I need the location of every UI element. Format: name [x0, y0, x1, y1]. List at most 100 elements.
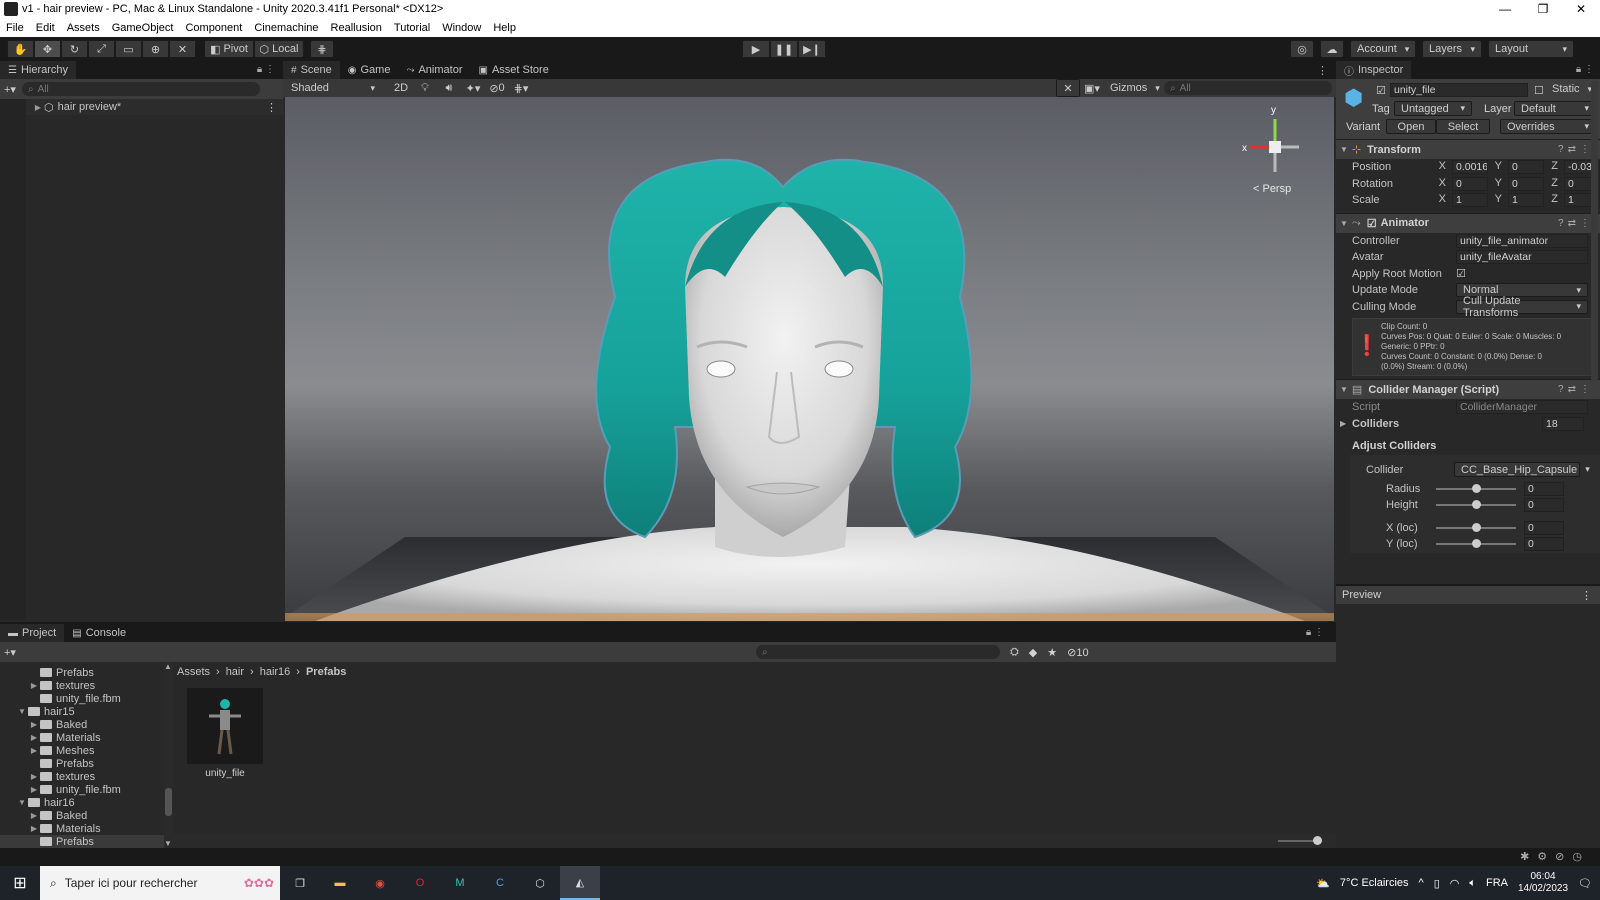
collider-dropdown[interactable]: CC_Base_Hip_Capsule [1454, 462, 1580, 477]
weather-text[interactable]: 7°C Eclaircies [1340, 877, 1409, 889]
asset-tile[interactable]: unity_file [187, 688, 263, 779]
effects-icon[interactable]: ✦▾ [461, 79, 485, 97]
menu-help[interactable]: Help [493, 22, 516, 34]
hierarchy-search-input[interactable]: ⌕ All [21, 82, 260, 96]
tag-dropdown[interactable]: Untagged [1394, 101, 1472, 116]
cloud-icon[interactable]: ☁ [1320, 40, 1344, 58]
opera-icon[interactable]: O [400, 877, 440, 889]
slider-thumb[interactable] [1313, 836, 1322, 845]
expand-arrow-icon[interactable]: ▶ [32, 103, 44, 112]
rotation-x-field[interactable]: 0 [1452, 176, 1488, 191]
character-creator-icon[interactable]: C [480, 877, 520, 889]
slider-thumb[interactable] [1472, 483, 1481, 493]
scale-tool-icon[interactable]: ⤢ [88, 40, 115, 58]
clock[interactable]: 06:04 14/02/2023 [1518, 871, 1568, 895]
rotate-tool-icon[interactable]: ↻ [61, 40, 88, 58]
expand-arrow-icon[interactable]: ▶ [28, 811, 40, 820]
breadcrumb-prefabs[interactable]: Prefabs [306, 666, 346, 678]
expand-arrow-icon[interactable]: ▼ [16, 798, 28, 807]
yloc-slider[interactable] [1436, 539, 1516, 549]
folder-tree-item[interactable]: Prefabs [0, 666, 164, 679]
minimize-button[interactable]: — [1486, 0, 1524, 18]
tab-project[interactable]: ▬ Project [0, 624, 65, 642]
scale-x-field[interactable]: 1 [1452, 193, 1488, 208]
language-indicator[interactable]: FRA [1486, 877, 1508, 889]
active-checkbox[interactable]: ☑ [1376, 84, 1386, 97]
colliders-count-field[interactable]: 18 [1542, 416, 1584, 431]
menu-tutorial[interactable]: Tutorial [394, 22, 430, 34]
tree-scrollbar[interactable]: ▲ ▼ [164, 662, 173, 848]
move-tool-icon[interactable]: ✥ [34, 40, 61, 58]
tab-console[interactable]: ▤ Console [64, 624, 134, 642]
radius-slider[interactable] [1436, 483, 1516, 493]
gizmos-dropdown[interactable]: Gizmos [1104, 79, 1160, 97]
collab-icon[interactable]: ◎ [1290, 40, 1314, 58]
xloc-slider[interactable] [1436, 522, 1516, 532]
play-icon[interactable]: ▶ [742, 40, 770, 58]
tab-scene[interactable]: # Scene [283, 61, 340, 79]
breadcrumb-hair[interactable]: hair [226, 666, 244, 678]
pivot-toggle[interactable]: ◧ Pivot [204, 40, 254, 58]
menu-edit[interactable]: Edit [36, 22, 55, 34]
layers-dropdown[interactable]: Layers [1422, 40, 1482, 58]
scene-search-input[interactable]: ⌕ All [1164, 81, 1332, 95]
hidden-packages-icon[interactable]: ⊘10 [1067, 646, 1088, 659]
account-dropdown[interactable]: Account [1350, 40, 1416, 58]
expand-arrow-icon[interactable]: ▶ [28, 681, 40, 690]
tab-animator[interactable]: ⤳ Animator [398, 61, 470, 79]
avatar-field[interactable]: unity_fileAvatar [1456, 250, 1588, 265]
position-y-field[interactable]: 0 [1508, 160, 1544, 175]
pause-icon[interactable]: ❚❚ [770, 40, 798, 58]
scale-y-field[interactable]: 1 [1508, 193, 1544, 208]
inspector-scrollbar[interactable] [1591, 81, 1598, 381]
height-slider[interactable] [1436, 500, 1516, 510]
root-motion-checkbox[interactable]: ☑ [1456, 267, 1466, 280]
maximize-button[interactable]: ❐ [1524, 0, 1562, 18]
component-options-icon[interactable]: ?⇄⋮ [1558, 384, 1594, 395]
expand-arrow-icon[interactable]: ▶ [28, 785, 40, 794]
folder-tree-item[interactable]: ▶ Meshes [0, 744, 164, 757]
scene-menu-icon[interactable]: ⋮ [266, 101, 277, 114]
folder-tree-item[interactable]: unity_file.fbm [0, 692, 164, 705]
taskbar-search[interactable]: ⌕ Taper ici pour rechercher ✿✿✿ [40, 866, 280, 900]
preview-menu-icon[interactable]: ⋮ [1581, 589, 1592, 602]
folder-tree-item[interactable]: ▼ hair15 [0, 705, 164, 718]
2d-toggle[interactable]: 2D [389, 79, 413, 97]
folder-tree-item[interactable]: ▶ Materials [0, 822, 164, 835]
expand-arrow-icon[interactable]: ▼ [16, 707, 28, 716]
grid-snap-icon[interactable]: ⋕ [310, 40, 334, 58]
collapse-arrow-icon[interactable]: ▼ [1340, 145, 1348, 154]
chrome-icon[interactable]: ◉ [360, 877, 400, 890]
expand-arrow-icon[interactable]: ▶ [28, 733, 40, 742]
collider-manager-header[interactable]: ▼ ▤ Collider Manager (Script) ?⇄⋮ [1336, 379, 1600, 399]
object-name-field[interactable]: unity_file [1390, 83, 1528, 97]
tablet-icon[interactable]: ▯ [1434, 877, 1440, 890]
animator-enabled-checkbox[interactable]: ☑ [1367, 217, 1377, 230]
static-checkbox[interactable]: ☐ [1534, 84, 1544, 97]
breadcrumb-hair16[interactable]: hair16 [260, 666, 291, 678]
expand-arrow-icon[interactable]: ▶ [1340, 419, 1352, 428]
folder-tree-item[interactable]: Prefabs [0, 835, 164, 848]
favorite-icon[interactable]: ★ [1047, 646, 1057, 659]
add-object-icon[interactable]: +▾ [4, 83, 16, 96]
xloc-field[interactable]: 0 [1524, 520, 1564, 535]
folder-tree-item[interactable]: ▶ textures [0, 770, 164, 783]
menu-assets[interactable]: Assets [67, 22, 100, 34]
hidden-objects-icon[interactable]: ⊘ 0 [485, 79, 509, 97]
layer-dropdown[interactable]: Default [1514, 101, 1596, 116]
animator-header[interactable]: ▼ ⤳ ☑ Animator ?⇄⋮ [1336, 212, 1600, 233]
scene-viewport[interactable]: y x < Persp [285, 97, 1334, 621]
menu-reallusion[interactable]: Reallusion [331, 22, 382, 34]
menu-component[interactable]: Component [185, 22, 242, 34]
yloc-field[interactable]: 0 [1524, 537, 1564, 552]
transform-header[interactable]: ▼ ⊹ Transform ?⇄⋮ [1336, 139, 1600, 159]
folder-tree-item[interactable]: ▶ Baked [0, 718, 164, 731]
transform-tool-icon[interactable]: ⊕ [142, 40, 169, 58]
controller-field[interactable]: unity_file_animator [1456, 233, 1588, 248]
unity-editor-icon[interactable]: ◭ [560, 866, 600, 900]
layout-dropdown[interactable]: Layout [1488, 40, 1574, 58]
step-icon[interactable]: ▶❙ [798, 40, 826, 58]
folder-tree-item[interactable]: ▶ Materials [0, 731, 164, 744]
hand-tool-icon[interactable]: ✋ [7, 40, 34, 58]
menu-file[interactable]: File [6, 22, 24, 34]
